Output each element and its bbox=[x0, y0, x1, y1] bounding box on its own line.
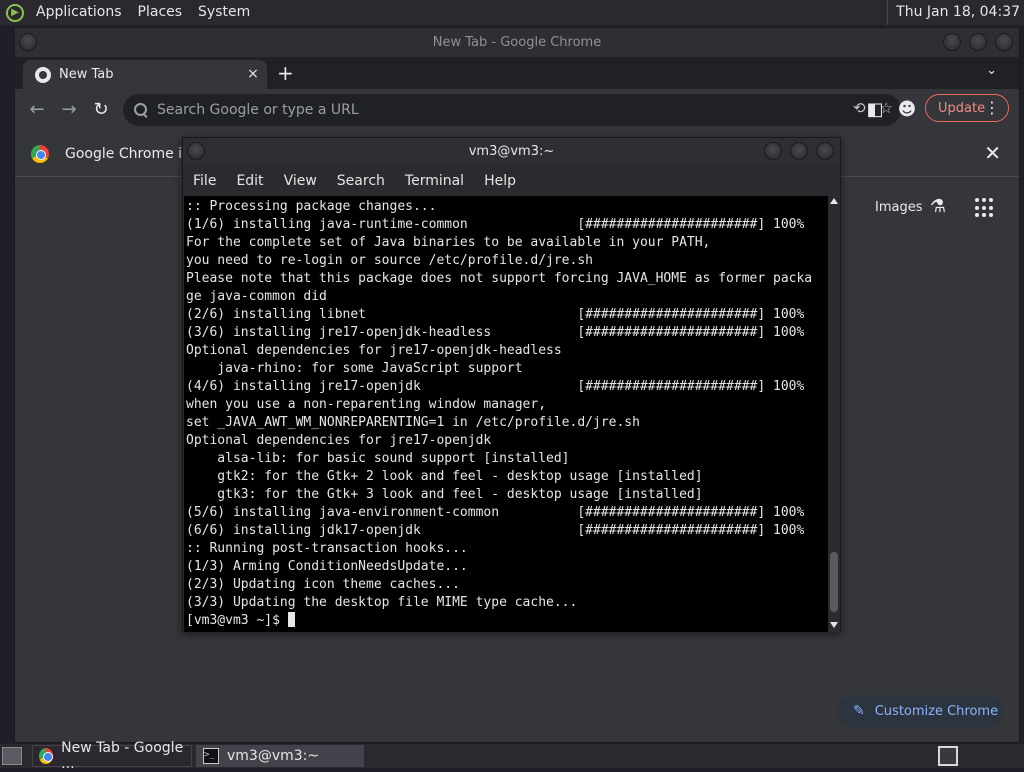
terminal-menu-search[interactable]: Search bbox=[327, 166, 395, 196]
terminal-line: (5/6) installing java-environment-common… bbox=[186, 505, 805, 520]
tab-close-icon[interactable]: × bbox=[245, 66, 261, 82]
pencil-icon: ✎ bbox=[853, 703, 865, 719]
info-bar-text: Google Chrome isn bbox=[65, 145, 199, 162]
new-tab-button[interactable]: + bbox=[277, 60, 294, 86]
close-button[interactable] bbox=[995, 33, 1013, 51]
terminal-window-menu-button[interactable] bbox=[187, 142, 205, 160]
terminal-menu-help[interactable]: Help bbox=[474, 166, 526, 196]
terminal-line: gtk3: for the Gtk+ 3 look and feel - des… bbox=[186, 487, 703, 502]
show-desktop-icon[interactable] bbox=[2, 747, 22, 765]
terminal-prompt: [vm3@vm3 ~]$ bbox=[186, 613, 288, 628]
chrome-taskbar-icon bbox=[39, 748, 54, 764]
terminal-lines: :: Processing package changes...(1/6) in… bbox=[186, 198, 828, 612]
menu-system[interactable]: System bbox=[190, 0, 258, 25]
tab-title: New Tab bbox=[59, 67, 114, 82]
terminal-taskbar-icon: >_ bbox=[203, 748, 219, 764]
taskbar-item-chrome[interactable]: New Tab - Google ... bbox=[32, 740, 192, 772]
terminal-menu-edit[interactable]: Edit bbox=[226, 166, 273, 196]
window-menu-button[interactable] bbox=[19, 33, 37, 51]
terminal-line: Optional dependencies for jre17-openjdk bbox=[186, 433, 492, 448]
tab-search-chevron-icon[interactable]: ⌄ bbox=[986, 63, 997, 78]
side-panel-icon[interactable]: ◧ bbox=[863, 98, 887, 122]
info-bar-close-icon[interactable]: ✕ bbox=[984, 143, 1001, 163]
maximize-button[interactable] bbox=[969, 33, 987, 51]
update-label: Update bbox=[938, 100, 986, 116]
customize-chrome-button[interactable]: ✎ Customize Chrome bbox=[837, 695, 1003, 727]
clock[interactable]: Thu Jan 18, 04:37 bbox=[887, 0, 1024, 25]
terminal-line: gtk2: for the Gtk+ 2 look and feel - des… bbox=[186, 469, 703, 484]
profile-icon[interactable]: ☻ bbox=[895, 98, 919, 122]
ntp-images-link[interactable]: Images bbox=[875, 200, 923, 215]
terminal-titlebar[interactable]: vm3@vm3:~ bbox=[183, 138, 840, 166]
terminal-line: :: Running post-transaction hooks... bbox=[186, 541, 468, 556]
taskbar-item-label: New Tab - Google ... bbox=[61, 740, 184, 772]
search-icon bbox=[133, 102, 149, 118]
menu-applications[interactable]: Applications bbox=[28, 0, 130, 25]
terminal-output[interactable]: :: Processing package changes...(1/6) in… bbox=[184, 196, 828, 632]
scroll-up-arrow-icon[interactable] bbox=[830, 198, 838, 204]
labs-flask-icon[interactable]: ⚗ bbox=[927, 196, 949, 220]
terminal-close-button[interactable] bbox=[816, 142, 834, 160]
terminal-line: (3/3) Updating the desktop file MIME typ… bbox=[186, 595, 578, 610]
scroll-down-arrow-icon[interactable] bbox=[830, 622, 838, 628]
tab-strip: New Tab × bbox=[15, 57, 1019, 89]
bottom-panel: New Tab - Google ... >_ vm3@vm3:~ bbox=[0, 740, 1024, 772]
chrome-window-title: New Tab - Google Chrome bbox=[432, 35, 602, 50]
terminal-scrollbar[interactable] bbox=[828, 196, 840, 632]
terminal-line: set _JAVA_AWT_WM_NONREPARENTING=1 in /et… bbox=[186, 415, 640, 430]
terminal-line: (6/6) installing jdk17-openjdk [########… bbox=[186, 523, 805, 538]
terminal-cursor bbox=[287, 612, 295, 627]
terminal-line: when you use a non-reparenting window ma… bbox=[186, 397, 547, 412]
terminal-window: vm3@vm3:~ File Edit View Search Terminal… bbox=[182, 137, 841, 632]
terminal-line: java-rhino: for some JavaScript support bbox=[186, 361, 523, 376]
terminal-line: :: Processing package changes... bbox=[186, 199, 437, 214]
terminal-menu-view[interactable]: View bbox=[274, 166, 327, 196]
terminal-line: (1/3) Arming ConditionNeedsUpdate... bbox=[186, 559, 468, 574]
chrome-titlebar[interactable]: New Tab - Google Chrome bbox=[15, 28, 1019, 57]
tab-new-tab[interactable]: New Tab × bbox=[23, 60, 267, 89]
terminal-line: (2/3) Updating icon theme caches... bbox=[186, 577, 460, 592]
top-panel: ▶ Applications Places System Thu Jan 18,… bbox=[0, 0, 1024, 25]
terminal-line: alsa-lib: for basic sound support [insta… bbox=[186, 451, 570, 466]
chrome-toolbar: ← → ↻ Search Google or type a URL ⟲ ☆ ◧ … bbox=[15, 89, 1019, 131]
terminal-maximize-button[interactable] bbox=[790, 142, 808, 160]
terminal-line: (2/6) installing libnet [###############… bbox=[186, 307, 805, 322]
terminal-line: For the complete set of Java binaries to… bbox=[186, 235, 711, 250]
terminal-line: Please note that this package does not s… bbox=[186, 271, 813, 286]
terminal-menubar: File Edit View Search Terminal Help bbox=[183, 166, 840, 196]
forward-arrow-icon[interactable]: → bbox=[57, 98, 81, 122]
taskbar-item-label: vm3@vm3:~ bbox=[227, 748, 320, 764]
terminal-menu-file[interactable]: File bbox=[183, 166, 226, 196]
terminal-line: you need to re-login or source /etc/prof… bbox=[186, 253, 593, 268]
kebab-menu-icon[interactable]: ⋮ bbox=[984, 98, 1000, 117]
reload-icon[interactable]: ↻ bbox=[89, 98, 113, 122]
chrome-favicon-icon bbox=[35, 66, 51, 83]
chrome-logo-icon bbox=[31, 144, 49, 163]
taskbar-item-terminal[interactable]: >_ vm3@vm3:~ bbox=[196, 745, 364, 767]
workspace-switcher[interactable] bbox=[938, 746, 958, 766]
customize-label: Customize Chrome bbox=[874, 703, 999, 719]
terminal-line: (4/6) installing jre17-openjdk [########… bbox=[186, 379, 805, 394]
apps-grid-icon[interactable] bbox=[975, 198, 995, 218]
menu-places[interactable]: Places bbox=[130, 0, 191, 25]
terminal-menu-terminal[interactable]: Terminal bbox=[395, 166, 474, 196]
terminal-window-title: vm3@vm3:~ bbox=[468, 144, 555, 159]
back-arrow-icon[interactable]: ← bbox=[25, 98, 49, 122]
minimize-button[interactable] bbox=[943, 33, 961, 51]
terminal-prompt-line[interactable]: [vm3@vm3 ~]$ bbox=[186, 612, 828, 630]
scrollbar-thumb[interactable] bbox=[830, 552, 838, 612]
terminal-line: (3/6) installing jre17-openjdk-headless … bbox=[186, 325, 805, 340]
distro-logo-icon[interactable]: ▶ bbox=[6, 3, 24, 22]
omnibox-placeholder: Search Google or type a URL bbox=[157, 102, 359, 118]
update-button[interactable]: Update ⋮ bbox=[925, 94, 1009, 122]
terminal-line: (1/6) installing java-runtime-common [##… bbox=[186, 217, 805, 232]
terminal-line: Optional dependencies for jre17-openjdk-… bbox=[186, 343, 562, 358]
terminal-minimize-button[interactable] bbox=[764, 142, 782, 160]
terminal-line: ge java-common did bbox=[186, 289, 327, 304]
omnibox[interactable]: Search Google or type a URL ⟲ ☆ bbox=[123, 94, 901, 126]
